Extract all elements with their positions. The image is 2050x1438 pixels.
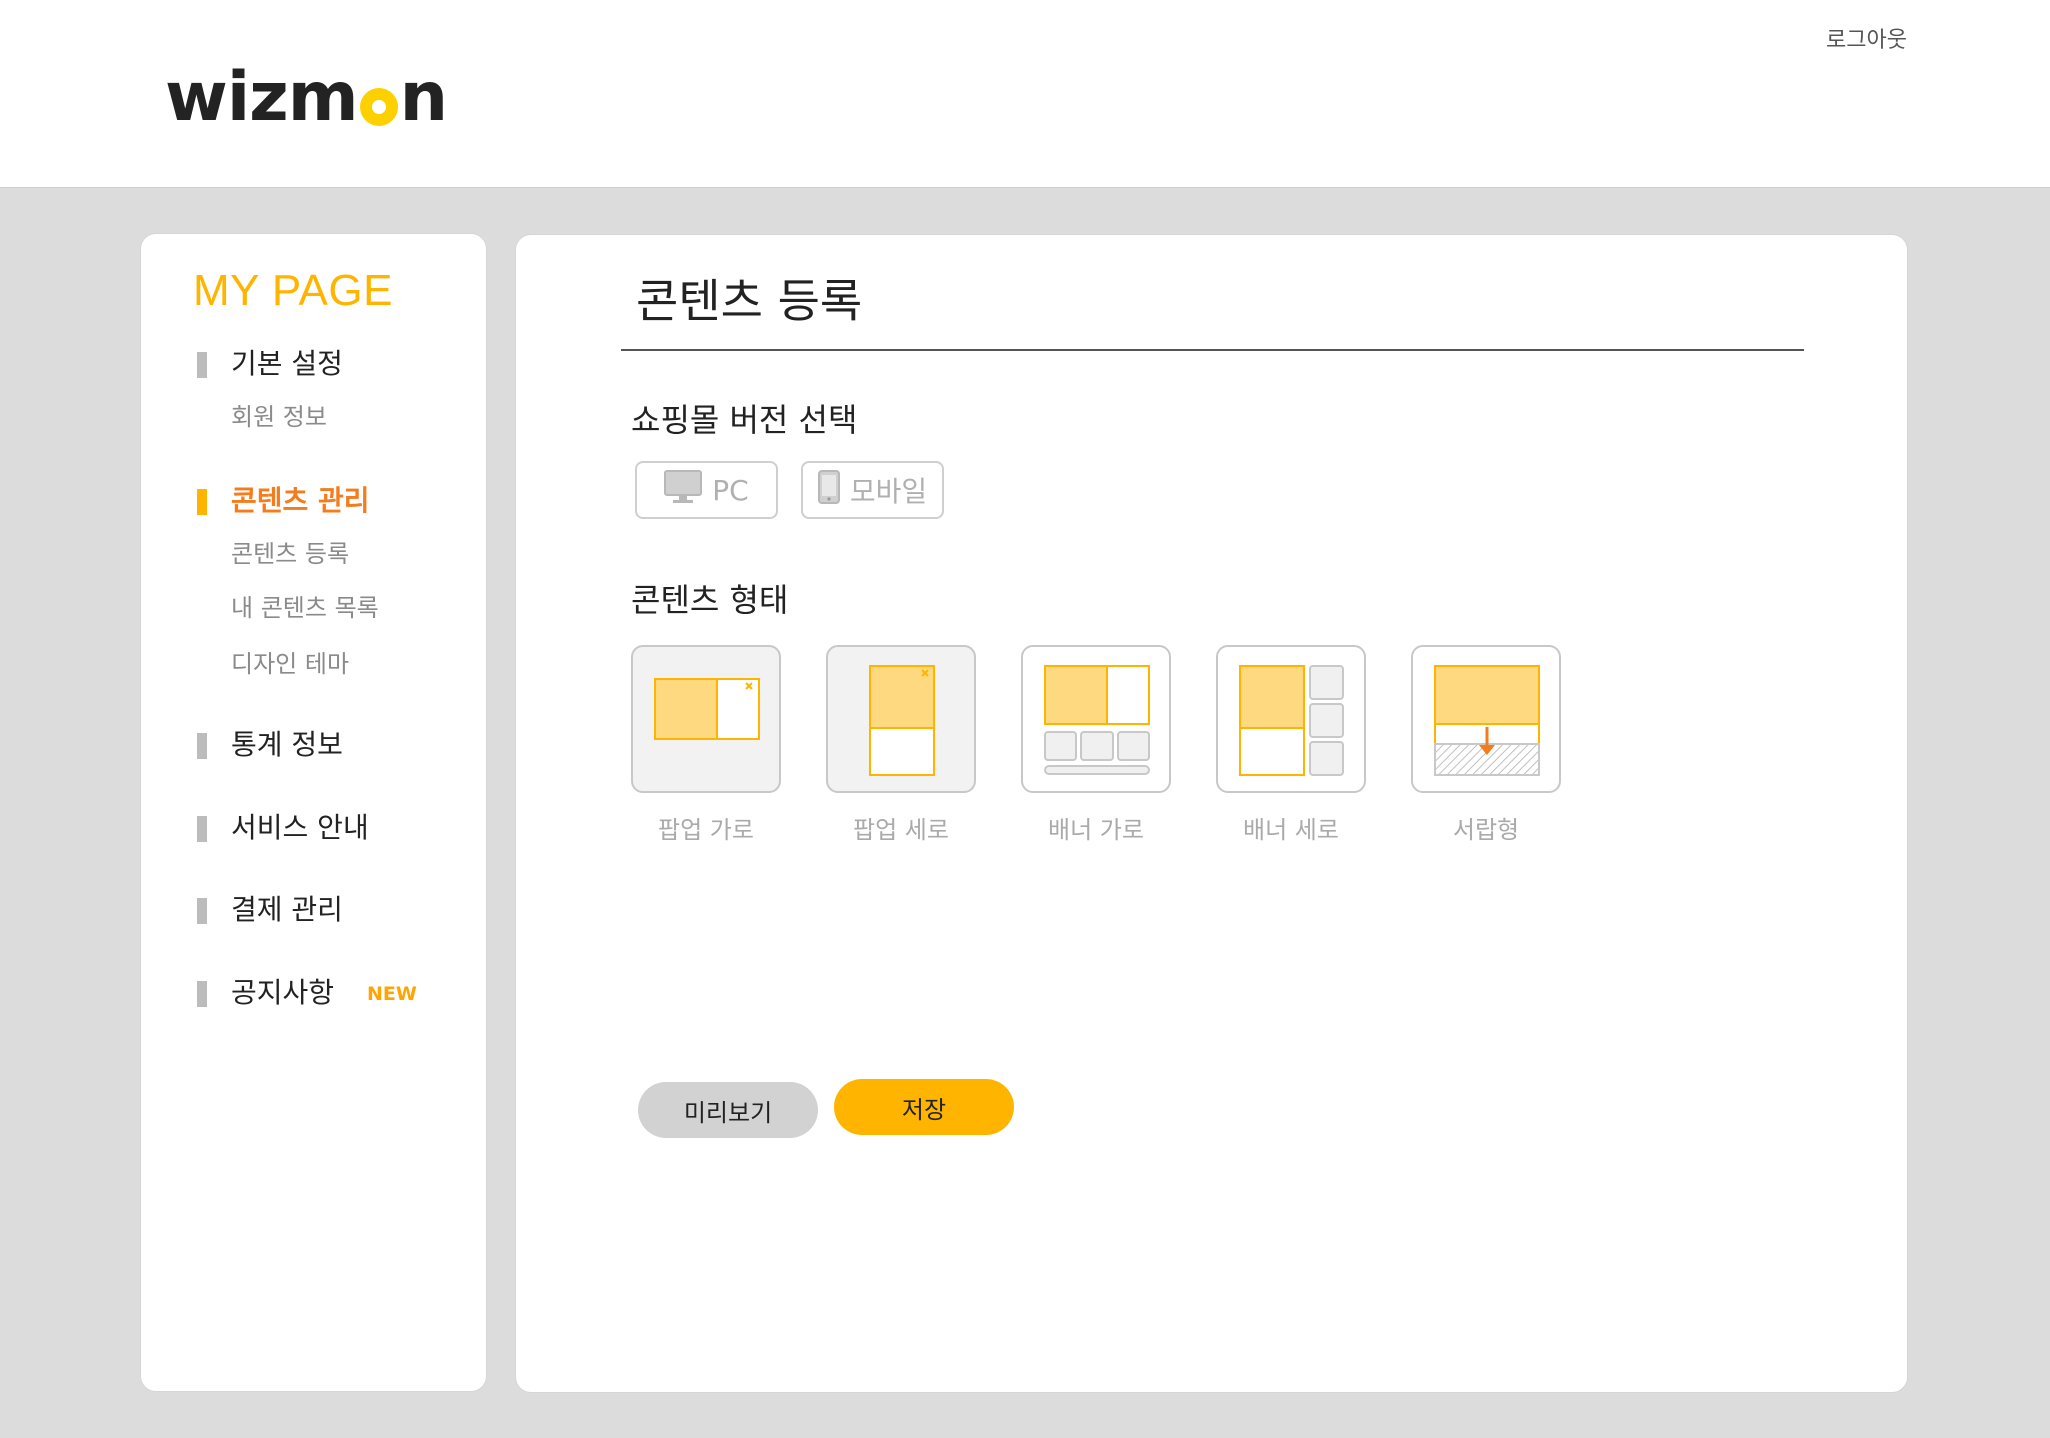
type-label-drawer: 서랍형 [1452,816,1520,844]
menu-bar-marker [197,489,207,515]
sidebar-subitem-content-register[interactable]: 콘텐츠 등록 [141,537,486,571]
sidebar-subitem-design-theme[interactable]: 디자인 테마 [141,647,486,681]
main-panel: 콘텐츠 등록 쇼핑몰 버전 선택 PC 모바일 콘텐츠 형태 팝업 가로 팝업 … [515,234,1908,1393]
sidebar-item-label: 공지사항 [231,976,335,1009]
sidebar-item-label: 콘텐츠 관리 [231,484,370,517]
menu-group-notice: 공지사항 NEW [141,973,486,1013]
logo-text-end: n [399,58,448,137]
type-card-banner-horizontal[interactable] [1021,645,1171,793]
sidebar-item-label: 서비스 안내 [231,811,369,844]
new-badge: NEW [366,983,417,1005]
sidebar-item-label: 기본 설정 [231,347,343,380]
sidebar-title: MY PAGE [193,266,393,315]
preview-button[interactable]: 미리보기 [638,1082,818,1138]
menu-bar-marker [197,733,207,759]
type-label-banner-vertical: 배너 세로 [1243,816,1339,844]
sidebar-item-payment[interactable]: 결제 관리 [141,890,486,930]
title-divider [621,349,1804,351]
sidebar-item-notice[interactable]: 공지사항 NEW [141,973,486,1013]
pc-version-button[interactable]: PC [635,461,778,519]
type-label-banner-horizontal: 배너 가로 [1048,816,1144,844]
header: wizm n 로그아웃 [0,0,2050,188]
page-title: 콘텐츠 등록 [636,274,863,328]
menu-group-statistics: 통계 정보 [141,725,486,765]
type-label-popup-horizontal: 팝업 가로 [658,816,754,844]
sidebar-item-content-management[interactable]: 콘텐츠 관리 [141,481,486,521]
version-section-label: 쇼핑몰 버전 선택 [631,401,858,439]
mobile-icon [817,469,840,511]
menu-group-content-management: 콘텐츠 관리 콘텐츠 등록 내 콘텐츠 목록 디자인 테마 [141,481,486,681]
menu-bar-marker [197,898,207,924]
save-button[interactable]: 저장 [834,1079,1014,1135]
mobile-version-button[interactable]: 모바일 [801,461,944,519]
type-card-drawer[interactable] [1411,645,1561,793]
menu-bar-marker [197,352,207,378]
logo-o-mark [359,88,398,126]
logout-link[interactable]: 로그아웃 [1826,22,1907,54]
type-section-label: 콘텐츠 형태 [631,581,789,619]
menu-group-service-guide: 서비스 안내 [141,808,486,848]
wizmon-logo[interactable]: wizm n [165,58,448,137]
menu-bar-marker [197,981,207,1007]
menu-bar-marker [197,816,207,842]
type-card-banner-vertical[interactable] [1216,645,1366,793]
type-card-popup-horizontal[interactable] [631,645,781,793]
menu-group-basic-settings: 기본 설정 회원 정보 [141,344,486,434]
sidebar: MY PAGE 기본 설정 회원 정보 콘텐츠 관리 콘텐츠 등록 내 콘텐츠 … [140,233,487,1392]
pc-version-label: PC [712,473,749,507]
sidebar-item-label: 결제 관리 [231,893,343,926]
mobile-version-label: 모바일 [849,475,928,508]
type-label-popup-vertical: 팝업 세로 [853,816,949,844]
sidebar-item-label: 통계 정보 [231,728,343,761]
sidebar-item-basic-settings[interactable]: 기본 설정 [141,344,486,384]
sidebar-item-statistics[interactable]: 통계 정보 [141,725,486,765]
monitor-icon [664,469,703,511]
type-card-popup-vertical[interactable] [826,645,976,793]
sidebar-subitem-my-content-list[interactable]: 내 콘텐츠 목록 [141,591,486,625]
logo-text-start: wizm [165,58,359,137]
menu-group-payment: 결제 관리 [141,890,486,930]
sidebar-subitem-member-info[interactable]: 회원 정보 [141,400,486,434]
sidebar-item-service-guide[interactable]: 서비스 안내 [141,808,486,848]
